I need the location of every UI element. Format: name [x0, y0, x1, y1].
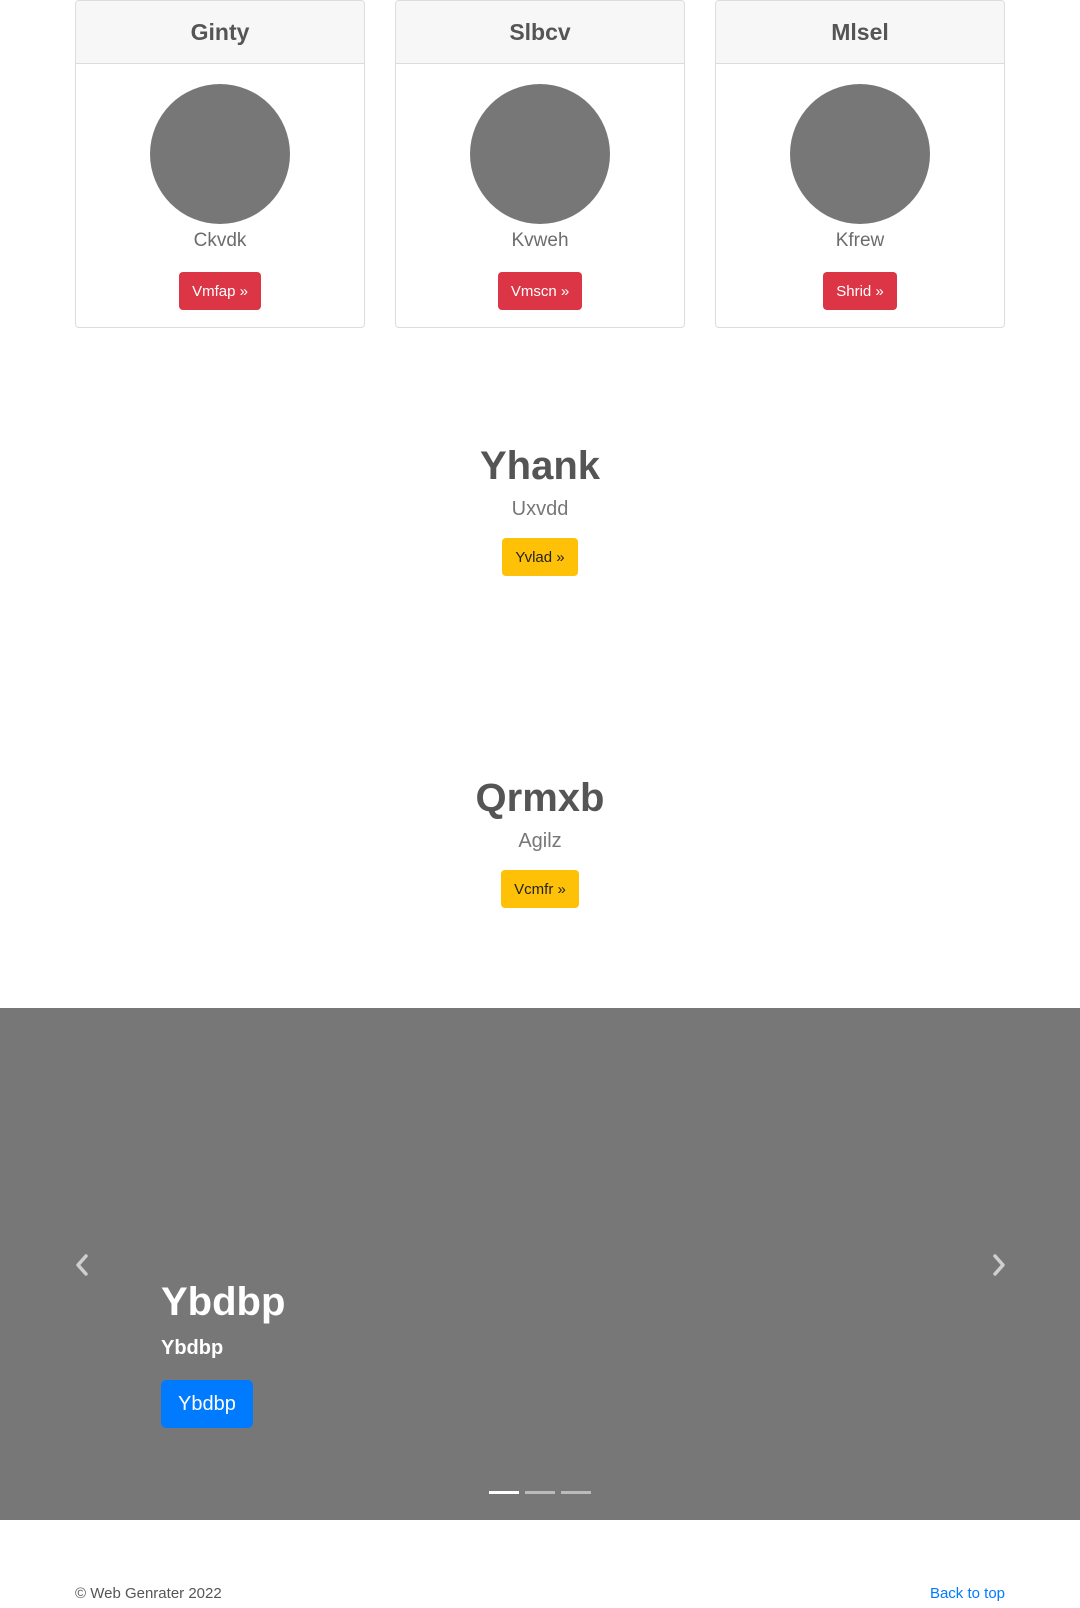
carousel-prev-button[interactable] [67, 1250, 97, 1280]
feature-button[interactable]: Vcmfr » [501, 870, 579, 908]
card-body: Kfrew Shrid » [716, 64, 1004, 310]
hero-carousel: Ybdbp Ybdbp Ybdbp [0, 1008, 1080, 1520]
feature-section-qrmxb: Qrmxb Agilz Vcmfr » [0, 774, 1080, 908]
carousel-heading: Ybdbp [161, 1280, 286, 1324]
card-title: Ginty [76, 1, 364, 64]
card-mlsel: Mlsel Kfrew Shrid » [715, 0, 1005, 328]
carousel-next-button[interactable] [984, 1250, 1014, 1280]
avatar-placeholder [790, 84, 930, 224]
feature-text: Agilz [518, 830, 562, 852]
card-ginty: Ginty Ckvdk Vmfap » [75, 0, 365, 328]
carousel-cta-button[interactable]: Ybdbp [161, 1380, 253, 1428]
cards-row: Ginty Ckvdk Vmfap » Slbcv Kvweh Vmscn » … [75, 0, 1005, 328]
footer-copyright: © Web Genrater 2022 [75, 1585, 222, 1602]
avatar-placeholder [470, 84, 610, 224]
feature-section-yhank: Yhank Uxvdd Yvlad » [0, 442, 1080, 576]
card-button[interactable]: Vmscn » [497, 272, 583, 310]
card-button[interactable]: Shrid » [823, 272, 897, 310]
feature-text: Uxvdd [511, 498, 569, 520]
card-text: Ckvdk [193, 230, 247, 251]
carousel-indicator-1[interactable] [489, 1491, 519, 1494]
avatar-placeholder [150, 84, 290, 224]
chevron-right-icon [993, 1254, 1005, 1276]
card-title: Mlsel [716, 1, 1004, 64]
chevron-left-icon [76, 1254, 88, 1276]
card-body: Kvweh Vmscn » [396, 64, 684, 310]
carousel-subtext: Ybdbp [161, 1337, 224, 1359]
carousel-indicator-2[interactable] [525, 1491, 555, 1494]
carousel-indicator-3[interactable] [561, 1491, 591, 1494]
feature-button[interactable]: Yvlad » [502, 538, 578, 576]
card-title: Slbcv [396, 1, 684, 64]
carousel-indicators [0, 1491, 1080, 1494]
card-text: Kfrew [835, 230, 885, 251]
card-slbcv: Slbcv Kvweh Vmscn » [395, 0, 685, 328]
back-to-top-link[interactable]: Back to top [930, 1585, 1005, 1603]
footer: © Web Genrater 2022 Back to top [75, 1585, 1005, 1603]
card-button[interactable]: Vmfap » [179, 272, 261, 310]
carousel-caption: Ybdbp Ybdbp Ybdbp [161, 1278, 285, 1428]
feature-heading: Yhank [479, 444, 601, 488]
card-text: Kvweh [511, 230, 569, 251]
card-body: Ckvdk Vmfap » [76, 64, 364, 310]
feature-heading: Qrmxb [475, 776, 605, 820]
